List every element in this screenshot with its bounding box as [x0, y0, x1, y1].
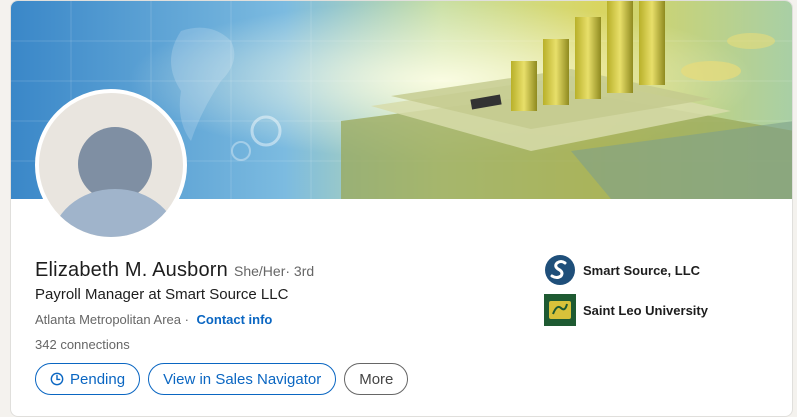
- connections-count[interactable]: 342 connections: [35, 337, 130, 352]
- profile-avatar[interactable]: [35, 89, 187, 241]
- profile-card: Elizabeth M. Ausborn She/Her · 3rd Payro…: [10, 0, 793, 417]
- profile-actions: Pending View in Sales Navigator More: [35, 363, 409, 395]
- saint-leo-logo-icon: [544, 294, 576, 326]
- pending-label: Pending: [70, 370, 126, 388]
- sales-navigator-button[interactable]: View in Sales Navigator: [148, 363, 337, 395]
- connection-degree: · 3rd: [285, 263, 315, 279]
- name-row: Elizabeth M. Ausborn She/Her · 3rd: [35, 259, 314, 282]
- connections-label: connections: [60, 337, 130, 352]
- pronouns: She/Her: [234, 263, 286, 279]
- smart-source-logo-icon: [545, 255, 575, 285]
- sales-navigator-label: View in Sales Navigator: [163, 370, 322, 388]
- location-row: Atlanta Metropolitan Area · Contact info: [35, 312, 272, 327]
- profile-name: Elizabeth M. Ausborn: [35, 259, 228, 281]
- clock-icon: [50, 372, 64, 386]
- contact-info-link[interactable]: Contact info: [197, 312, 273, 327]
- location-text: Atlanta Metropolitan Area ·: [35, 312, 189, 327]
- org-item-saint-leo[interactable]: Saint Leo University: [544, 293, 708, 327]
- profile-headline: Payroll Manager at Smart Source LLC: [35, 286, 289, 303]
- connections-number: 342: [35, 337, 57, 352]
- organizations-list: Smart Source, LLC Saint Leo University: [544, 253, 708, 333]
- org-item-smart-source[interactable]: Smart Source, LLC: [544, 253, 708, 287]
- more-button[interactable]: More: [344, 363, 409, 395]
- org-name-smart-source: Smart Source, LLC: [583, 262, 701, 278]
- pending-button[interactable]: Pending: [35, 363, 141, 395]
- avatar-body-shape: [51, 189, 179, 237]
- more-label: More: [359, 370, 394, 388]
- org-name-saint-leo: Saint Leo University: [583, 302, 708, 318]
